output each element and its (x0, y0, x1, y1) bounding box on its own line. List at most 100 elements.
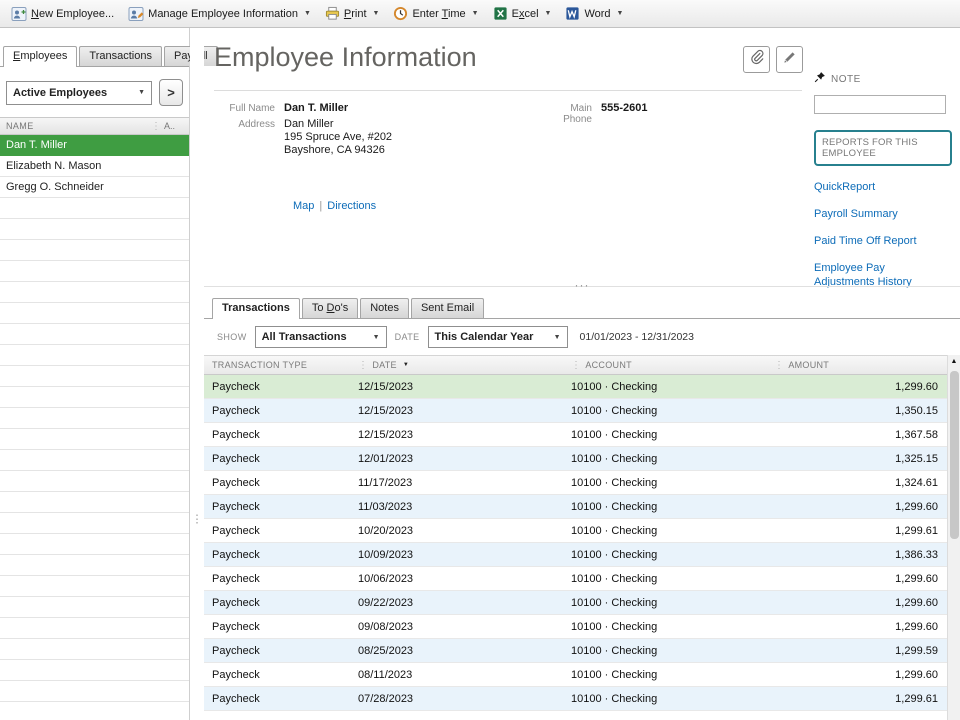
account-column-header[interactable]: ⋮ ACCOUNT (563, 360, 766, 371)
transaction-type-cell: Paycheck (212, 380, 260, 393)
employee-row-empty[interactable] (0, 681, 189, 702)
report-link-paid-time-off-report[interactable]: Paid Time Off Report (814, 234, 946, 248)
show-dropdown[interactable]: All Transactions ▼ (254, 326, 387, 348)
paperclip-icon (749, 49, 765, 70)
employee-row-empty[interactable] (0, 618, 189, 639)
transactions-tab-to-do-s[interactable]: To Do's (301, 298, 359, 318)
amount-column-header[interactable]: ⋮ AMOUNT (766, 360, 947, 371)
column-separator-icon: ⋮ (358, 359, 369, 371)
note-input[interactable] (814, 94, 946, 114)
employee-row-empty[interactable] (0, 660, 189, 681)
horizontal-splitter[interactable]: ··· (204, 278, 960, 298)
date-column-header[interactable]: ⋮ DATE ▼ (350, 360, 563, 371)
report-link-payroll-summary[interactable]: Payroll Summary (814, 207, 946, 221)
employee-row-empty[interactable] (0, 639, 189, 660)
toolbar-new-employee-button[interactable]: New Employee... (4, 0, 121, 27)
sidebar-tab-transactions[interactable]: Transactions (79, 46, 162, 66)
attachment-column-header[interactable]: ⋮ A.. (151, 121, 189, 132)
phone-field: Main Phone 555-2601 (539, 102, 647, 125)
column-separator-icon: ⋮ (774, 359, 785, 371)
reports-for-employee-heading: REPORTS FOR THIS EMPLOYEE (814, 129, 952, 166)
employee-row-empty[interactable] (0, 492, 189, 513)
employee-row-empty[interactable] (0, 345, 189, 366)
employee-row-empty[interactable] (0, 366, 189, 387)
transactions-tab-sent-email[interactable]: Sent Email (410, 298, 485, 318)
employee-row-empty[interactable] (0, 240, 189, 261)
transaction-row[interactable]: Paycheck 09/08/2023 10100 · Checking 1,299.… (204, 615, 947, 639)
transaction-account-cell: 10100 · Checking (571, 380, 658, 393)
word-icon (565, 6, 580, 21)
employee-row-empty[interactable] (0, 408, 189, 429)
date-label: DATE (394, 332, 420, 342)
employee-row-empty[interactable] (0, 450, 189, 471)
toolbar-manage-employee-button[interactable]: Manage Employee Information ▼ (121, 0, 318, 27)
report-link-quickreport[interactable]: QuickReport (814, 180, 946, 194)
transaction-row[interactable]: Paycheck 12/15/2023 10100 · Checking 1,367.… (204, 423, 947, 447)
employee-row-empty[interactable] (0, 597, 189, 618)
transaction-amount-cell: 1,299.60 (895, 620, 938, 633)
employee-row-empty[interactable] (0, 219, 189, 240)
transaction-date-cell: 12/15/2023 (358, 428, 414, 441)
transaction-type-column-header[interactable]: TRANSACTION TYPE (204, 360, 350, 370)
sidebar-tab-employees[interactable]: Employees (3, 46, 78, 67)
employee-row-empty[interactable] (0, 387, 189, 408)
column-separator-icon: ⋮ (151, 120, 161, 132)
employee-list-header: NAME ⋮ A.. (0, 117, 189, 135)
employee-row-empty[interactable] (0, 303, 189, 324)
employee-row[interactable]: Dan T. Miller (0, 135, 189, 156)
transaction-row[interactable]: Paycheck 09/22/2023 10100 · Checking 1,299.… (204, 591, 947, 615)
employee-row-empty[interactable] (0, 324, 189, 345)
table-scrollbar[interactable]: ▲ (947, 355, 960, 720)
transaction-row[interactable]: Paycheck 11/03/2023 10100 · Checking 1,299.… (204, 495, 947, 519)
transaction-row[interactable]: Paycheck 08/25/2023 10100 · Checking 1,299.… (204, 639, 947, 663)
toolbar-word-button[interactable]: Word ▼ (558, 0, 630, 27)
employee-row-empty[interactable] (0, 261, 189, 282)
scrollbar-thumb[interactable] (949, 371, 959, 539)
expand-list-button[interactable]: > (159, 79, 183, 106)
employee-row-empty[interactable] (0, 282, 189, 303)
transaction-amount-cell: 1,299.61 (895, 524, 938, 537)
transaction-row[interactable]: Paycheck 07/28/2023 10100 · Checking 1,299.… (204, 687, 947, 711)
print-icon (325, 6, 340, 21)
report-link-employee-pay-adjustments-history[interactable]: Employee Pay Adjustments History (814, 261, 946, 289)
employee-row-empty[interactable] (0, 576, 189, 597)
date-dropdown[interactable]: This Calendar Year ▼ (427, 326, 568, 348)
transactions-tab-notes[interactable]: Notes (360, 298, 409, 318)
employee-row[interactable]: Gregg O. Schneider (0, 177, 189, 198)
employee-row-empty[interactable] (0, 471, 189, 492)
splitter-handle-icon: ··· (574, 278, 590, 292)
transaction-row[interactable]: Paycheck 10/06/2023 10100 · Checking 1,299.… (204, 567, 947, 591)
employee-row-empty[interactable] (0, 534, 189, 555)
transaction-row[interactable]: Paycheck 11/17/2023 10100 · Checking 1,324.… (204, 471, 947, 495)
employee-row-empty[interactable] (0, 555, 189, 576)
transaction-row[interactable]: Paycheck 10/20/2023 10100 · Checking 1,299.… (204, 519, 947, 543)
transactions-tab-transactions[interactable]: Transactions (212, 298, 300, 319)
transaction-row[interactable]: Paycheck 10/09/2023 10100 · Checking 1,386.… (204, 543, 947, 567)
scroll-up-icon[interactable]: ▲ (951, 355, 958, 369)
transaction-amount-cell: 1,299.60 (895, 380, 938, 393)
employee-row-empty[interactable] (0, 198, 189, 219)
toolbar-print-button[interactable]: Print ▼ (318, 0, 387, 27)
transaction-row[interactable]: Paycheck 12/15/2023 10100 · Checking 1,350.… (204, 399, 947, 423)
transaction-date-cell: 10/06/2023 (358, 572, 414, 585)
transaction-row[interactable]: Paycheck 12/15/2023 10100 · Checking 1,299.… (204, 375, 947, 399)
toolbar-excel-button[interactable]: Excel ▼ (486, 0, 559, 27)
map-link[interactable]: Map (293, 200, 314, 212)
attach-file-button[interactable] (743, 46, 770, 73)
employee-row[interactable]: Elizabeth N. Mason (0, 156, 189, 177)
employee-row-empty[interactable] (0, 429, 189, 450)
employee-row-empty[interactable] (0, 513, 189, 534)
edit-employee-button[interactable] (776, 46, 803, 73)
employee-row-empty[interactable] (0, 702, 189, 720)
transaction-type-cell: Paycheck (212, 668, 260, 681)
active-employees-dropdown[interactable]: Active Employees ▼ (6, 80, 152, 105)
transaction-row[interactable]: Paycheck 12/01/2023 10100 · Checking 1,325.… (204, 447, 947, 471)
transaction-row[interactable]: Paycheck 08/11/2023 10100 · Checking 1,299.… (204, 663, 947, 687)
vertical-splitter[interactable]: ⋮ (190, 28, 204, 720)
name-column-header[interactable]: NAME (0, 121, 151, 131)
new-employee-icon (11, 6, 27, 22)
toolbar-enter-time-button[interactable]: Enter Time ▼ (386, 0, 485, 27)
show-value: All Transactions (261, 331, 347, 343)
transaction-date-cell: 08/25/2023 (358, 644, 414, 657)
directions-link[interactable]: Directions (327, 200, 376, 212)
